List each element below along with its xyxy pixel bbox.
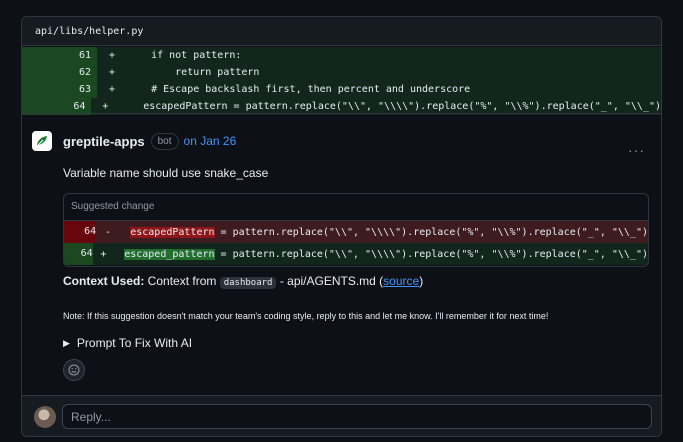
code-text: = pattern.replace("\\", "\\\\").replace(…	[214, 248, 648, 260]
suggestion-added-line: 64 + escaped_pattern = pattern.replace("…	[64, 243, 648, 265]
diff-line: 62 + return pattern	[22, 64, 661, 81]
reply-input[interactable]: Reply...	[62, 404, 652, 429]
diff-sign: +	[100, 248, 107, 260]
suggested-change: Suggested change 64 - escapedPattern = p…	[63, 193, 649, 267]
source-link[interactable]: source	[383, 274, 419, 288]
code-text: return pattern	[127, 67, 260, 78]
diff-sign: +	[108, 84, 116, 95]
code-text: escapedPattern = pattern.replace("\\", "…	[119, 101, 661, 112]
file-path[interactable]: api/libs/helper.py	[35, 26, 143, 37]
diff-line: 61 + if not pattern:	[22, 47, 661, 64]
diff-sign: +	[102, 101, 109, 112]
line-number: 64	[73, 101, 86, 112]
line-number: 64	[64, 221, 97, 243]
context-label: Context Used:	[63, 274, 145, 288]
prompt-toggle-label: Prompt To Fix With AI	[76, 336, 193, 350]
code-text: if not pattern:	[127, 50, 242, 61]
smiley-icon	[68, 364, 80, 376]
greptile-logo-icon[interactable]	[32, 131, 52, 151]
comment-author[interactable]: greptile-apps	[63, 134, 145, 149]
diff-sign: +	[108, 67, 116, 78]
triangle-right-icon: ▶	[63, 337, 70, 348]
kebab-menu-icon[interactable]: ···	[628, 142, 645, 158]
highlighted-new-name: escaped_pattern	[124, 248, 215, 260]
line-number: 63	[78, 84, 91, 95]
line-number: 64	[64, 243, 93, 265]
comment-header: greptile-apps bot on Jan 26	[22, 130, 661, 152]
comment-message: Variable name should use snake_case	[63, 166, 269, 180]
context-tag: dashboard	[219, 277, 277, 289]
user-avatar[interactable]	[34, 406, 56, 428]
diff-hunk: 61 + if not pattern: 62 + return pattern…	[22, 46, 661, 115]
highlighted-old-name: escapedPattern	[130, 226, 215, 238]
diff-sign: -	[105, 226, 112, 238]
suggested-change-title: Suggested change	[64, 194, 648, 221]
add-reaction-button[interactable]	[63, 359, 85, 381]
line-number: 61	[78, 50, 91, 61]
bot-badge: bot	[150, 132, 179, 150]
prompt-toggle[interactable]: ▶ Prompt To Fix With AI	[63, 336, 192, 350]
suggestion-deleted-line: 64 - escapedPattern = pattern.replace("\…	[64, 221, 648, 243]
code-text: = pattern.replace("\\", "\\\\").replace(…	[214, 226, 648, 238]
diff-line: 63 + # Escape backslash first, then perc…	[22, 81, 661, 98]
reply-bar: Reply...	[22, 395, 661, 436]
file-path-header: api/libs/helper.py	[22, 17, 661, 46]
line-number: 62	[78, 67, 91, 78]
comment-date[interactable]: on Jan 26	[184, 134, 237, 148]
review-thread: api/libs/helper.py 61 + if not pattern: …	[21, 16, 662, 437]
context-used: Context Used: Context from dashboard - a…	[63, 274, 424, 289]
code-text: # Escape backslash first, then percent a…	[127, 84, 471, 95]
note-text: Note: If this suggestion doesn't match y…	[63, 311, 549, 321]
diff-sign: +	[108, 50, 116, 61]
